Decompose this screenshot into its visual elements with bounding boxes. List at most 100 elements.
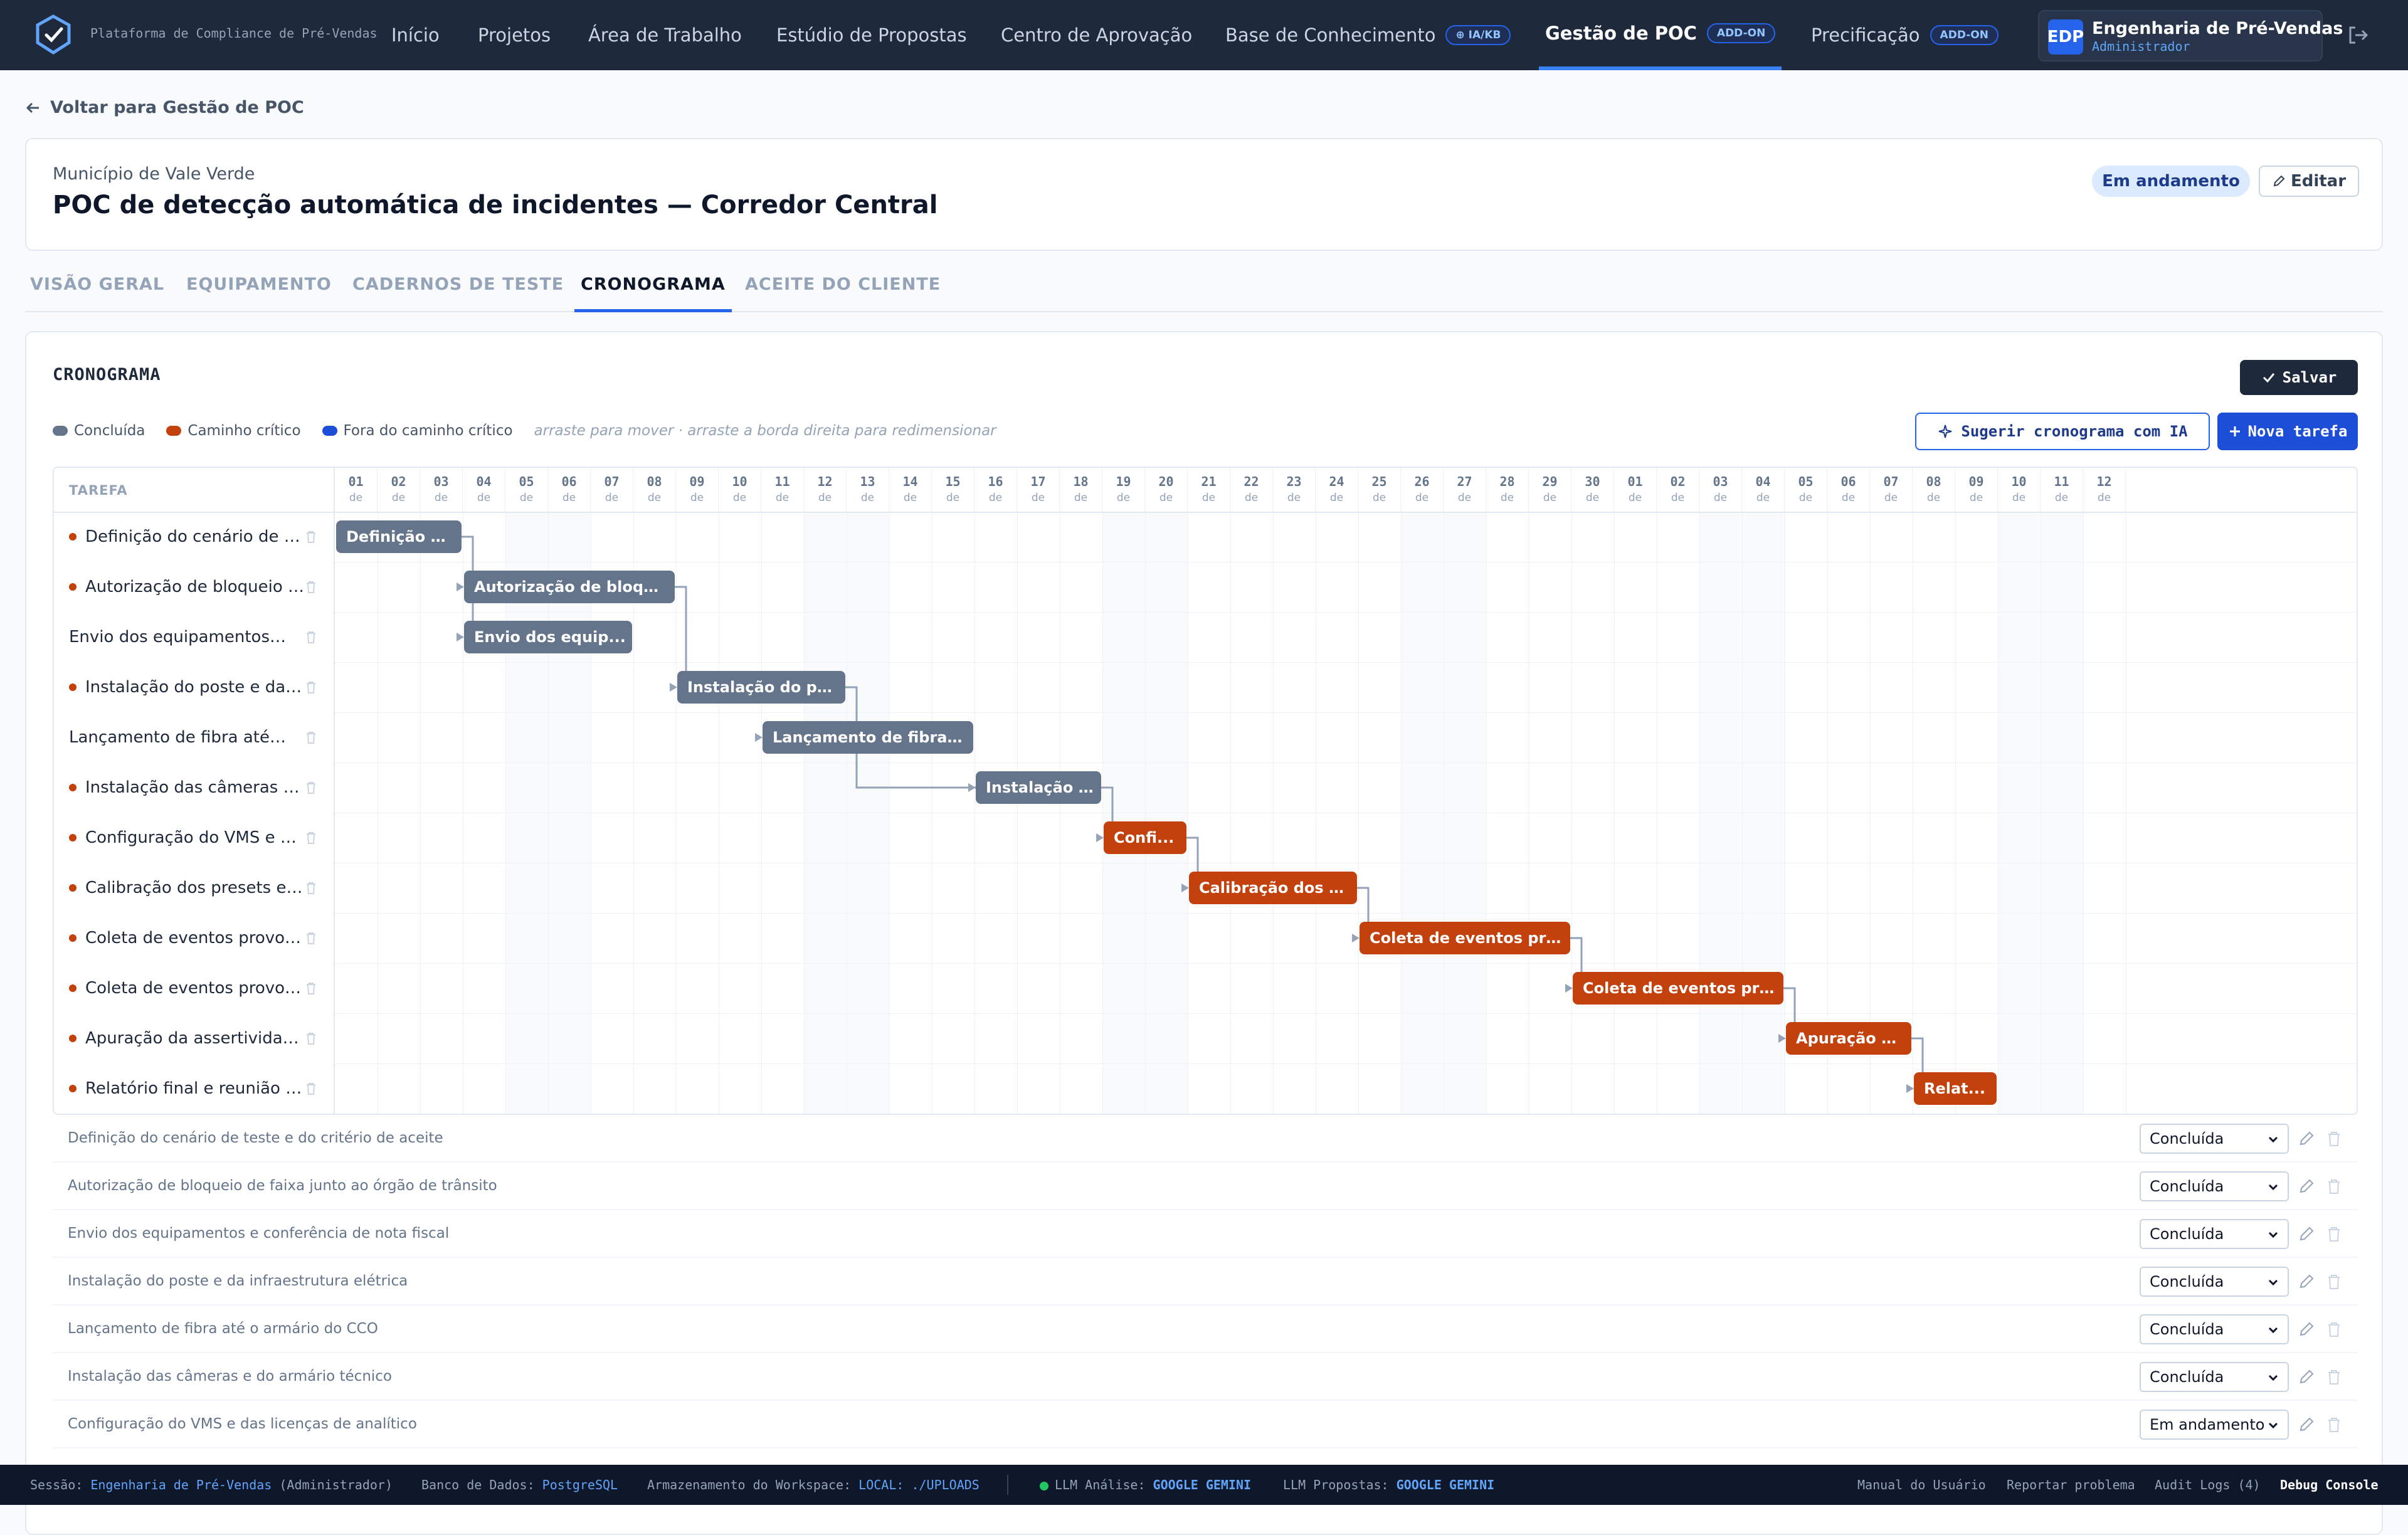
- task-status-select[interactable]: Concluída: [2140, 1314, 2289, 1344]
- nav-item-base-de-conhecimento[interactable]: Base de Conhecimento ⊕ IA/KB: [1225, 0, 1511, 70]
- debug-console-link[interactable]: Debug Console: [2280, 1477, 2379, 1492]
- nav-item-precificacao[interactable]: Precificação ADD-ON: [1811, 0, 1999, 70]
- gantt-bar[interactable]: Coleta de eventos pro...: [1573, 972, 1783, 1005]
- tab-cadernos-de-teste[interactable]: CADERNOS DE TESTE: [352, 275, 564, 312]
- day-suffix: de: [1287, 492, 1301, 504]
- task-status-select[interactable]: Concluída: [2140, 1267, 2289, 1297]
- trash-icon[interactable]: [302, 712, 320, 762]
- trash-icon[interactable]: [302, 662, 320, 712]
- task-row-label[interactable]: Instalação do poste e da infraestrutura …: [69, 662, 307, 712]
- trash-icon[interactable]: [302, 512, 320, 562]
- trash-icon[interactable]: [302, 813, 320, 863]
- trash-icon[interactable]: [302, 1013, 320, 1063]
- back-link[interactable]: Voltar para Gestão de POC: [25, 98, 304, 117]
- trash-icon[interactable]: [2325, 1273, 2343, 1290]
- gantt-bar[interactable]: Instalação ...: [976, 771, 1101, 804]
- task-row-label[interactable]: Calibração dos presets e das zonas de de…: [69, 863, 307, 913]
- legend: Concluída Caminho crítico Fora do caminh…: [53, 423, 996, 439]
- day-suffix: de: [1671, 492, 1685, 504]
- day-suffix: de: [732, 492, 747, 504]
- add-on-badge: ADD-ON: [1930, 25, 1999, 45]
- pencil-icon[interactable]: [2298, 1368, 2315, 1386]
- task-status-select[interactable]: Concluída: [2140, 1171, 2289, 1201]
- user-menu[interactable]: EDP Engenharia de Pré-Vendas Administrad…: [2038, 10, 2343, 61]
- day-header: 25 de: [1358, 468, 1401, 512]
- tab-equipamento[interactable]: EQUIPAMENTO: [186, 275, 332, 312]
- edit-button[interactable]: Editar: [2259, 166, 2359, 197]
- gantt-bar[interactable]: Autorização de bloqu...: [464, 571, 675, 603]
- trash-icon[interactable]: [302, 612, 320, 662]
- task-row-label[interactable]: Configuração do VMS e das licenças de an…: [69, 813, 307, 863]
- save-button[interactable]: Salvar: [2240, 360, 2358, 395]
- gantt-bar[interactable]: Relat...: [1914, 1072, 1997, 1105]
- new-task-button[interactable]: Nova tarefa: [2217, 413, 2358, 450]
- trash-icon[interactable]: [302, 863, 320, 913]
- page-title: POC de detecção automática de incidentes…: [53, 191, 938, 219]
- trash-icon[interactable]: [2325, 1416, 2343, 1433]
- day-number: 03: [1713, 474, 1728, 489]
- task-row-label[interactable]: Coleta de eventos provocados — rodada 1: [69, 913, 307, 963]
- task-status-select[interactable]: Em andamento: [2140, 1410, 2289, 1440]
- trash-icon[interactable]: [2325, 1225, 2343, 1243]
- task-row-label[interactable]: Relatório final e reunião de aceite: [69, 1063, 307, 1114]
- task-row-label[interactable]: Autorização de bloqueio de faixa junto a…: [69, 562, 307, 612]
- tab-aceite-do-cliente[interactable]: ACEITE DO CLIENTE: [745, 275, 941, 312]
- trash-icon[interactable]: [2325, 1321, 2343, 1338]
- pencil-icon[interactable]: [2298, 1130, 2315, 1147]
- day-number: 05: [519, 474, 534, 489]
- report-problem-link[interactable]: Reportar problema: [2007, 1477, 2135, 1492]
- pencil-icon[interactable]: [2298, 1178, 2315, 1195]
- nav-item-gestao-de-poc[interactable]: Gestão de POC ADD-ON: [1539, 0, 1782, 70]
- nav-item-projetos[interactable]: Projetos: [478, 0, 551, 70]
- task-row-label[interactable]: Definição do cenário de teste e do crité…: [69, 512, 307, 562]
- trash-icon[interactable]: [2325, 1178, 2343, 1195]
- trash-icon[interactable]: [2325, 1130, 2343, 1147]
- task-row-label[interactable]: Envio dos equipamentos e conferência de …: [69, 612, 307, 662]
- suggest-schedule-ai-button[interactable]: Sugerir cronograma com IA: [1915, 413, 2210, 450]
- trash-icon[interactable]: [302, 1063, 320, 1114]
- task-row-label[interactable]: Coleta de eventos provocados — rodada 2: [69, 963, 307, 1013]
- gantt-bar[interactable]: Definição d...: [336, 520, 462, 553]
- trash-icon[interactable]: [2325, 1368, 2343, 1386]
- task-status-select[interactable]: Concluída: [2140, 1219, 2289, 1249]
- gantt-bar[interactable]: Coleta de eventos pro...: [1360, 922, 1570, 954]
- gantt-bar[interactable]: Apuração d...: [1786, 1022, 1911, 1055]
- task-status-select[interactable]: Concluída: [2140, 1124, 2289, 1154]
- day-suffix: de: [1969, 492, 1983, 504]
- gantt-bar[interactable]: Calibração dos p...: [1189, 872, 1357, 904]
- day-suffix: de: [1457, 492, 1472, 504]
- nav-item-estudio-de-propostas[interactable]: Estúdio de Propostas: [776, 0, 967, 70]
- task-status-select[interactable]: Concluída: [2140, 1362, 2289, 1392]
- gantt-bar[interactable]: Envio dos equip...: [464, 621, 632, 653]
- day-number: 04: [476, 474, 492, 489]
- critical-path-dot: [69, 934, 77, 942]
- task-row-label[interactable]: Instalação das câmeras e do armário técn…: [69, 762, 307, 813]
- pencil-icon[interactable]: [2298, 1416, 2315, 1433]
- shield-check-logo-icon[interactable]: [33, 14, 74, 55]
- pencil-icon[interactable]: [2298, 1273, 2315, 1290]
- task-row-label[interactable]: Apuração da assertividade e dos falsos p…: [69, 1013, 307, 1063]
- task-row-label[interactable]: Lançamento de fibra até o armário do CCO: [69, 712, 307, 762]
- tab-visao-geral[interactable]: VISÃO GERAL: [30, 275, 164, 312]
- tab-cronograma[interactable]: CRONOGRAMA: [574, 275, 732, 312]
- trash-icon[interactable]: [302, 762, 320, 813]
- pencil-icon[interactable]: [2298, 1225, 2315, 1243]
- nav-item-area-de-trabalho[interactable]: Área de Trabalho: [588, 0, 742, 70]
- logout-icon[interactable]: [2345, 23, 2370, 48]
- pencil-icon[interactable]: [2298, 1321, 2315, 1338]
- trash-icon[interactable]: [302, 913, 320, 963]
- user-manual-link[interactable]: Manual do Usuário: [1857, 1477, 1986, 1492]
- footer-storage: Armazenamento do Workspace: LOCAL: ./UPL…: [647, 1477, 980, 1492]
- gantt-bar[interactable]: Lançamento de fibra a...: [763, 721, 973, 754]
- day-number: 23: [1286, 474, 1302, 489]
- audit-logs-link[interactable]: Audit Logs (4): [2155, 1477, 2261, 1492]
- day-suffix: de: [434, 492, 448, 504]
- day-suffix: de: [391, 492, 406, 504]
- trash-icon[interactable]: [302, 562, 320, 612]
- nav-item-centro-de-aprovacao[interactable]: Centro de Aprovação: [1001, 0, 1192, 70]
- nav-item-inicio[interactable]: Início: [391, 0, 440, 70]
- gantt-bar[interactable]: Confi...: [1104, 821, 1186, 854]
- trash-icon[interactable]: [302, 963, 320, 1013]
- gantt-bar[interactable]: Instalação do po...: [677, 671, 845, 704]
- day-suffix: de: [1031, 492, 1045, 504]
